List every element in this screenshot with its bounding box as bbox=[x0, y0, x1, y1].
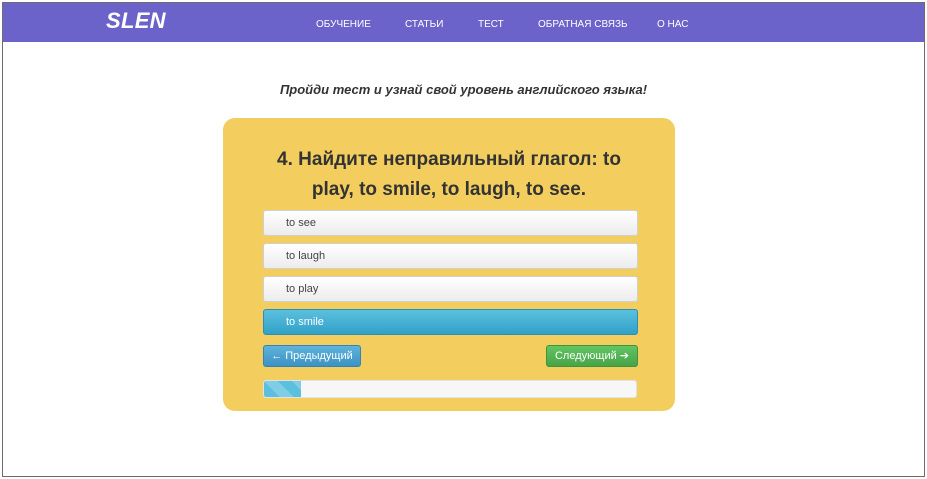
nav-item-test[interactable]: ТЕСТ bbox=[478, 19, 504, 30]
progress-bar-fill bbox=[264, 381, 302, 397]
page-subtitle: Пройди тест и узнай свой уровень английс… bbox=[279, 82, 648, 97]
answer-option[interactable]: to play bbox=[263, 276, 638, 302]
top-navbar: SLEN ОБУЧЕНИЕ СТАТЬИ ТЕСТ ОБРАТНАЯ СВЯЗЬ… bbox=[3, 3, 924, 42]
question-line-1: 4. Найдите неправильный глагол: to bbox=[277, 149, 621, 170]
quiz-card: 4. Найдите неправильный глагол: to play,… bbox=[223, 118, 675, 411]
brand-logo[interactable]: SLEN bbox=[106, 8, 166, 34]
answer-option[interactable]: to see bbox=[263, 210, 638, 236]
previous-button[interactable]: ← Предыдущий bbox=[263, 345, 361, 367]
answer-option[interactable]: to laugh bbox=[263, 243, 638, 269]
page-frame: SLEN ОБУЧЕНИЕ СТАТЬИ ТЕСТ ОБРАТНАЯ СВЯЗЬ… bbox=[2, 2, 925, 477]
question-text: 4. Найдите неправильный глагол: to play,… bbox=[243, 145, 655, 205]
next-button[interactable]: Следующий ➔ bbox=[546, 345, 638, 367]
progress-bar bbox=[263, 380, 637, 398]
answer-option[interactable]: to smile bbox=[263, 309, 638, 335]
question-line-2: play, to smile, to laugh, to see. bbox=[311, 179, 587, 200]
nav-item-about[interactable]: О НАС bbox=[657, 19, 688, 30]
nav-item-articles[interactable]: СТАТЬИ bbox=[405, 19, 443, 30]
nav-item-learning[interactable]: ОБУЧЕНИЕ bbox=[316, 19, 371, 30]
nav-item-feedback[interactable]: ОБРАТНАЯ СВЯЗЬ bbox=[538, 19, 628, 30]
